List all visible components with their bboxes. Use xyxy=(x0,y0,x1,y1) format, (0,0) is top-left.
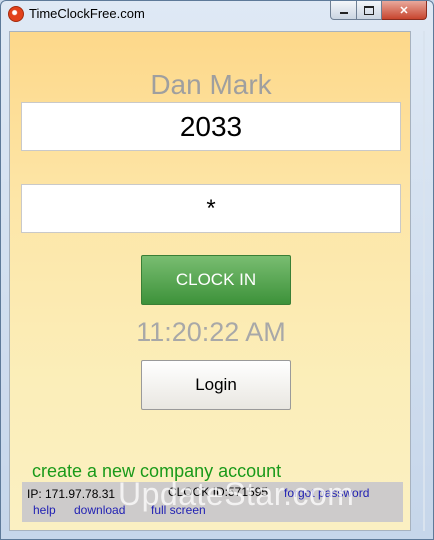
employee-id-field[interactable]: 2033 xyxy=(21,102,401,151)
footer-bar: IP: 171.97.78.31 CLOCK ID:571595 forgot … xyxy=(22,482,403,522)
user-name: Dan Mark xyxy=(150,69,272,100)
app-window: TimeClockFree.com ✕ Dan Mark 2033 * CLOC… xyxy=(0,0,434,540)
minimize-icon xyxy=(339,12,348,14)
create-account-link[interactable]: create a new company account xyxy=(32,461,281,482)
full-screen-link[interactable]: full screen xyxy=(151,503,206,517)
window-title: TimeClockFree.com xyxy=(29,6,145,21)
help-link[interactable]: help xyxy=(33,503,56,517)
title-bar[interactable]: TimeClockFree.com ✕ xyxy=(1,1,433,27)
pin-field[interactable]: * xyxy=(21,184,401,233)
download-link[interactable]: download xyxy=(74,503,125,517)
login-button[interactable]: Login xyxy=(141,360,291,410)
forgot-password-link[interactable]: forgot password xyxy=(284,486,369,500)
clock-in-button[interactable]: CLOCK IN xyxy=(141,255,291,305)
close-button[interactable]: ✕ xyxy=(382,1,427,20)
clock-id: CLOCK ID:571595 xyxy=(168,485,269,499)
ip-address: IP: 171.97.78.31 xyxy=(27,487,116,501)
maximize-button[interactable] xyxy=(357,1,382,20)
close-icon: ✕ xyxy=(399,4,409,17)
time-clock-panel: Dan Mark 2033 * CLOCK IN 11:20:22 AM Log… xyxy=(9,31,411,531)
window-controls: ✕ xyxy=(330,1,427,21)
app-icon[interactable] xyxy=(8,6,24,22)
minimize-button[interactable] xyxy=(330,1,357,20)
maximize-icon xyxy=(364,5,374,15)
current-time: 11:20:22 AM xyxy=(136,317,286,347)
window-edge xyxy=(423,31,425,531)
